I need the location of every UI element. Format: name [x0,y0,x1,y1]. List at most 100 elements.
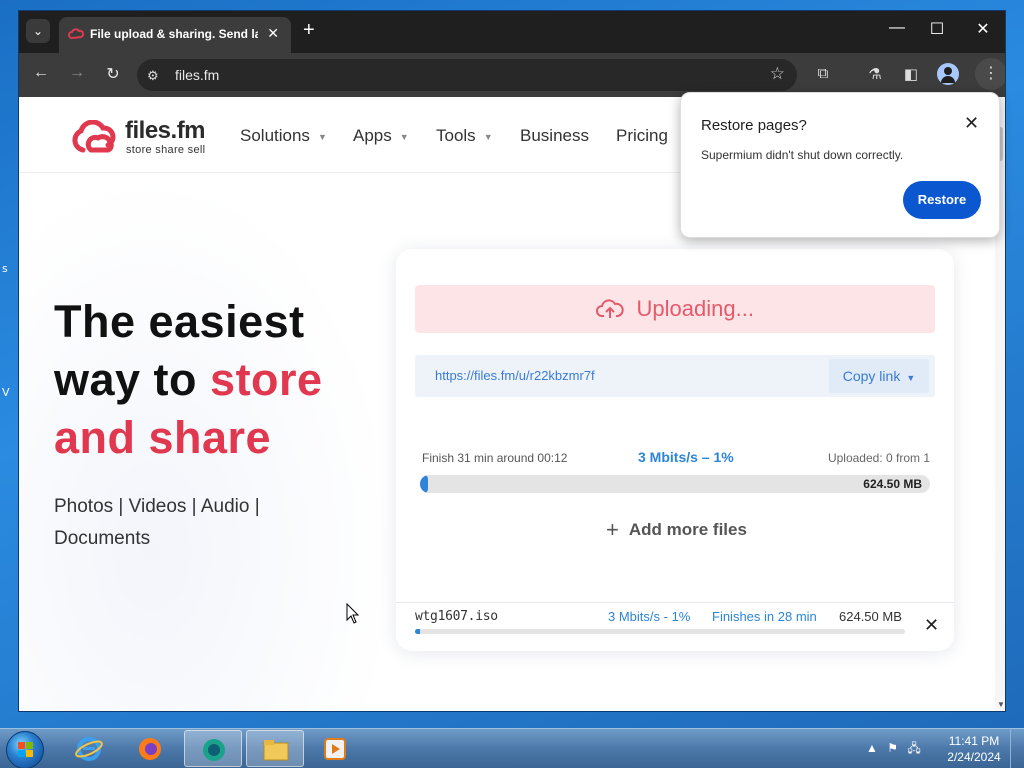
nav-label: Apps [353,126,392,145]
file-explorer-folder-icon [263,740,289,761]
taskbar-clock[interactable]: 11:41 PM 2/24/2024 [945,733,1003,765]
nav-solutions[interactable]: Solutions ▼ [240,126,327,146]
extensions-icon[interactable]: ⧉ [813,65,833,82]
upload-stats: Finish 31 min around 00:12 3 Mbits/s – 1… [422,449,930,469]
cloud-upload-icon [596,299,624,318]
taskbar-explorer[interactable] [246,730,304,767]
cancel-file-icon[interactable]: ✕ [924,615,939,636]
hero-line-1: The easiest [54,296,305,347]
uploading-status: Uploading... [415,285,935,333]
hero-title: The easiest way to store and share [54,293,323,467]
share-link-row: https://files.fm/u/r22kbzmr7f Copy link ▼ [415,355,935,397]
browser-toolbar: ← → ↻ ⚙ files.fm ☆ ⧉ ⚗ ◧ ⋮ [19,53,1005,97]
nav-label: Business [520,126,589,145]
menu-dots-icon[interactable]: ⋮ [975,58,1005,90]
new-tab-button[interactable]: + [303,20,315,40]
upload-speed: 3 Mbits/s – 1% [638,449,734,465]
desktop-edge-text: V [2,386,10,399]
forward-icon[interactable]: → [65,64,89,82]
scroll-down-icon[interactable]: ▼ [997,700,1005,709]
uploaded-count: Uploaded: 0 from 1 [827,451,930,465]
plus-icon: + [606,517,619,542]
close-window-icon[interactable]: ✕ [973,19,993,39]
total-size: 624.50 MB [863,477,922,491]
action-center-flag-icon[interactable]: ⚑ [887,741,898,755]
labs-flask-icon[interactable]: ⚗ [865,65,885,83]
share-link[interactable]: https://files.fm/u/r22kbzmr7f [435,368,595,383]
browser-tab[interactable]: File upload & sharing. Send lar ✕ [59,17,291,53]
back-icon[interactable]: ← [29,64,53,82]
media-player-icon [324,738,346,760]
caret-down-icon: ▼ [906,373,916,383]
nav-pricing[interactable]: Pricing [616,126,668,146]
cloud-logo-icon [72,120,116,153]
nav-label: Pricing [616,126,668,145]
address-url[interactable]: files.fm [175,67,219,83]
total-progress-bar: 624.50 MB [420,475,930,493]
restore-title: Restore pages? [701,117,807,134]
logo-tagline: store share sell [126,144,206,156]
copy-link-label: Copy link [842,368,901,384]
uploading-label: Uploading... [636,296,754,321]
file-progress-fill [415,629,420,634]
nav-business[interactable]: Business [520,126,589,146]
total-progress-fill [420,475,428,493]
file-size: 624.50 MB [839,609,902,624]
caret-down-icon: ▼ [483,131,493,142]
file-progress-bar [415,629,905,634]
network-icon[interactable]: 🖧 [907,741,920,755]
supermium-browser-icon [203,739,225,761]
site-settings-icon[interactable]: ⚙ [147,68,159,84]
caret-down-icon: ▼ [399,131,409,142]
hero-line-2-plain: way to [54,354,211,405]
address-bar[interactable]: ⚙ files.fm ☆ [137,59,797,91]
file-speed: 3 Mbits/s - 1% [608,609,691,624]
add-more-label: Add more files [628,520,747,539]
nav-label: Tools [436,126,476,145]
file-row: wtg1607.iso 3 Mbits/s - 1% Finishes in 2… [396,602,954,651]
reload-icon[interactable]: ↻ [101,64,125,84]
tab-title: File upload & sharing. Send lar [90,27,258,41]
system-tray: ▲ ⚑ 🖧 [866,739,921,760]
logo-name: files.fm [125,117,206,144]
hero-line-2: way to store [54,351,323,409]
nav-tools[interactable]: Tools ▼ [436,126,493,146]
taskbar-media-player[interactable] [306,730,364,767]
firefox-icon [139,738,161,760]
tab-search-button[interactable]: ⌄ [26,19,50,43]
add-more-files-button[interactable]: + Add more files [606,517,747,543]
internet-explorer-icon [75,737,103,761]
taskbar-firefox[interactable] [121,730,179,767]
nav-apps[interactable]: Apps ▼ [353,126,409,146]
caret-down-icon: ▼ [317,131,327,142]
file-eta: Finishes in 28 min [712,609,817,624]
mouse-cursor-icon [346,603,360,624]
desktop-edge-text: s [2,262,8,275]
finish-estimate: Finish 31 min around 00:12 [422,451,568,465]
tab-close-icon[interactable]: ✕ [267,25,279,42]
side-panel-icon[interactable]: ◧ [901,65,921,83]
upload-card: Uploading... https://files.fm/u/r22kbzmr… [396,249,954,651]
show-hidden-icons-icon[interactable]: ▲ [866,741,878,755]
show-desktop-button[interactable] [1010,729,1024,768]
restore-message: Supermium didn't shut down correctly. [701,148,904,162]
files-fm-favicon-icon [68,28,84,40]
profile-avatar-icon[interactable] [937,63,959,85]
close-icon[interactable]: ✕ [964,113,979,134]
taskbar-supermium[interactable] [184,730,242,767]
minimize-icon[interactable]: — [887,19,907,37]
nav-label: Solutions [240,126,310,145]
hero-accent-and-share: and share [54,412,272,463]
taskbar-ie[interactable] [60,730,118,767]
chevron-down-icon: ⌄ [32,24,44,38]
clock-date: 2/24/2024 [947,750,1001,764]
bookmark-star-icon[interactable]: ☆ [770,64,785,84]
clock-time: 11:41 PM [948,734,1000,748]
hero-accent-store: store [210,354,323,405]
maximize-icon[interactable]: ☐ [927,19,947,39]
taskbar: ▲ ⚑ 🖧 11:41 PM 2/24/2024 [0,728,1024,768]
restore-button[interactable]: Restore [903,181,981,219]
start-button[interactable] [6,731,44,768]
title-bar: ⌄ File upload & sharing. Send lar ✕ + — … [19,11,1005,53]
copy-link-button[interactable]: Copy link ▼ [829,359,929,393]
